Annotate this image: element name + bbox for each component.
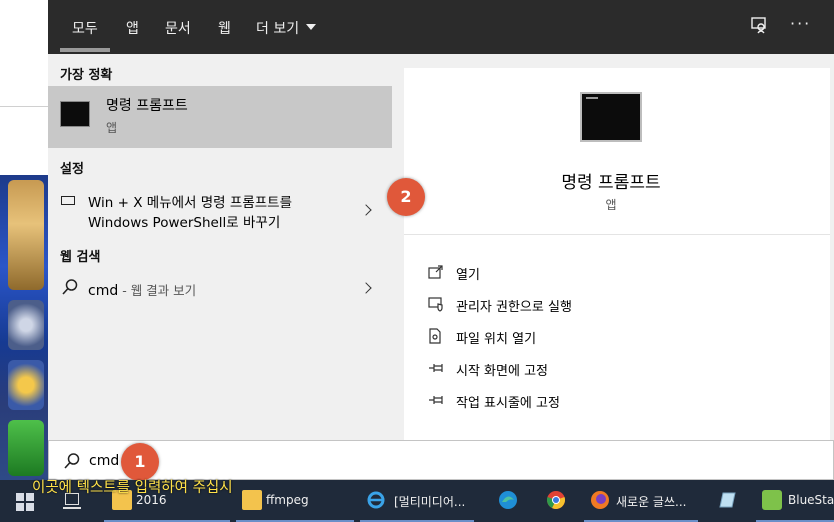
game-card — [8, 180, 44, 290]
firefox-icon — [591, 491, 609, 509]
command-prompt-icon — [580, 92, 642, 142]
taskbar-item-firefox[interactable]: 새로운 글쓰... — [584, 480, 702, 522]
command-prompt-icon — [60, 101, 90, 127]
file-location-icon — [429, 328, 441, 344]
notes-app-icon — [719, 492, 736, 508]
monitor-icon — [61, 196, 75, 205]
taskbar-item-edge[interactable] — [490, 480, 530, 522]
search-input[interactable] — [89, 449, 649, 473]
web-result-item[interactable]: cmd - 웹 결과 보기 — [48, 272, 392, 306]
pin-to-start-action[interactable]: 시작 화면에 고정 — [428, 356, 808, 380]
taskbar-item-label: [멀티미디어... — [394, 495, 466, 509]
run-as-admin-label: 관리자 권한으로 실행 — [456, 300, 572, 315]
taskbar-item-notes[interactable] — [710, 480, 750, 522]
tab-documents[interactable]: 문서 — [165, 18, 191, 38]
web-search-heading: 웹 검색 — [60, 250, 101, 265]
pin-icon — [429, 396, 443, 404]
chrome-icon — [547, 491, 565, 509]
feedback-icon[interactable] — [750, 16, 770, 36]
search-panel: 모두 앱 문서 웹 더 보기 ··· 가장 정확 명령 프롬프트 앱 설정 Wi… — [48, 0, 834, 480]
open-icon — [428, 265, 443, 279]
taskbar-item-ie[interactable]: [멀티미디어... — [360, 480, 478, 522]
active-tab-indicator — [60, 48, 110, 52]
more-options-button[interactable]: ··· — [790, 14, 811, 33]
tab-all[interactable]: 모두 — [72, 18, 98, 38]
pin-to-start-label: 시작 화면에 고정 — [456, 364, 548, 379]
pin-icon — [429, 364, 443, 372]
desktop-background — [0, 0, 48, 175]
bluestacks-icon — [762, 490, 782, 510]
results-list: 가장 정확 명령 프롬프트 앱 설정 Win + X 메뉴에서 명령 프롬프트를… — [48, 54, 404, 440]
taskbar-item-label: 새로운 글쓰... — [616, 495, 687, 509]
taskbar-item-chrome[interactable] — [538, 480, 578, 522]
setting-result-item[interactable]: Win + X 메뉴에서 명령 프롬프트를 Windows PowerShell… — [48, 180, 392, 234]
taskbar-item-label: BlueStac — [788, 493, 834, 507]
taskbar-item-label: ffmpeg — [266, 493, 309, 507]
divider — [404, 234, 830, 235]
settings-heading: 설정 — [60, 162, 84, 177]
best-match-heading: 가장 정확 — [60, 68, 113, 83]
edge-icon — [499, 491, 517, 509]
preview-title: 명령 프롬프트 — [561, 173, 661, 193]
game-shield — [8, 300, 44, 350]
taskbar-item-bluestacks[interactable]: BlueStac — [756, 480, 834, 522]
preview-subtitle: 앱 — [605, 198, 617, 212]
best-match-subtitle: 앱 — [106, 121, 118, 135]
internet-explorer-icon — [367, 491, 385, 509]
setting-result-line1: Win + X 메뉴에서 명령 프롬프트를 — [88, 195, 292, 211]
search-icon — [62, 279, 78, 295]
taskbar-item-ffmpeg[interactable]: ffmpeg — [236, 480, 358, 522]
folder-icon — [242, 490, 262, 510]
search-hint-overlay: 이곳에 텍스트를 입력하여 주십시 — [32, 480, 233, 496]
step-badge-2: 2 — [387, 178, 425, 216]
search-box[interactable] — [48, 440, 834, 480]
open-file-location-label: 파일 위치 열기 — [456, 332, 537, 347]
tab-apps[interactable]: 앱 — [126, 18, 139, 38]
run-as-admin-action[interactable]: 관리자 권한으로 실행 — [428, 292, 808, 316]
chevron-down-icon[interactable] — [306, 24, 316, 30]
best-match-item[interactable]: 명령 프롬프트 앱 — [48, 86, 392, 148]
game-badge — [8, 360, 44, 410]
pin-to-taskbar-action[interactable]: 작업 표시줄에 고정 — [428, 388, 808, 412]
open-action[interactable]: 열기 — [428, 260, 808, 284]
preview-pane: 명령 프롬프트 앱 열기 관리자 권한으로 실행 파일 위치 열기 시작 화면에… — [404, 68, 830, 440]
search-icon — [64, 453, 80, 469]
filter-bar: 모두 앱 문서 웹 더 보기 ··· — [48, 0, 834, 54]
tab-more[interactable]: 더 보기 — [256, 18, 299, 38]
open-file-location-action[interactable]: 파일 위치 열기 — [428, 324, 808, 348]
best-match-title: 명령 프롬프트 — [106, 98, 188, 114]
web-result-description: - 웹 결과 보기 — [118, 283, 197, 298]
setting-result-line2: Windows PowerShell로 바꾸기 — [88, 215, 281, 231]
background-divider — [0, 106, 48, 107]
tab-web[interactable]: 웹 — [218, 18, 231, 38]
pin-to-taskbar-label: 작업 표시줄에 고정 — [456, 396, 560, 411]
game-button — [8, 420, 44, 476]
web-result-text: cmd - 웹 결과 보기 — [88, 280, 196, 299]
web-query: cmd — [88, 283, 119, 299]
open-action-label: 열기 — [456, 268, 480, 283]
shield-icon — [428, 297, 443, 312]
